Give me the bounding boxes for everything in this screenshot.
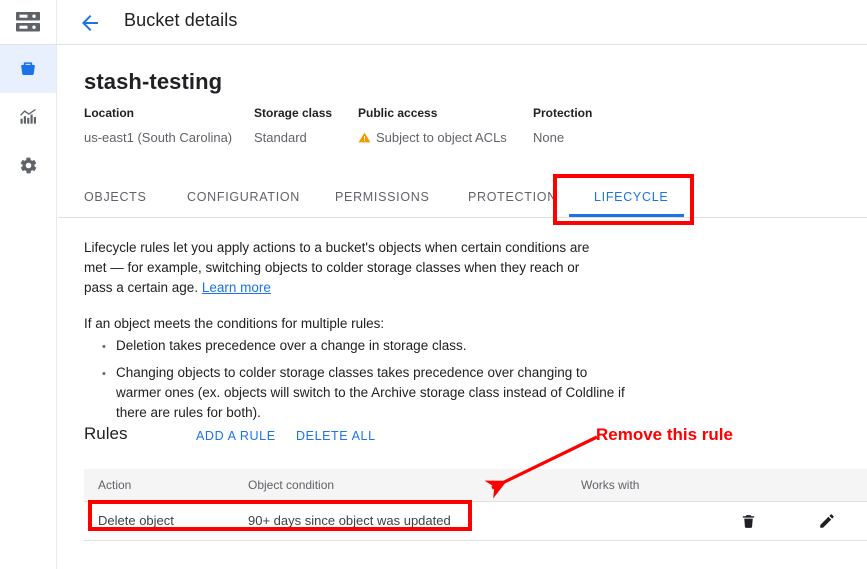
top-app-bar: Bucket details [0, 0, 867, 45]
tab-lifecycle[interactable]: LIFECYCLE [594, 176, 668, 218]
learn-more-link[interactable]: Learn more [202, 280, 271, 295]
cell-object-condition: 90+ days since object was updated [248, 513, 451, 528]
table-row[interactable]: Delete object 90+ days since object was … [84, 502, 867, 541]
lifecycle-intro-text: Lifecycle rules let you apply actions to… [84, 240, 590, 295]
meta-value-protection: None [533, 130, 565, 145]
table-header-row: Action Object condition Works with [84, 469, 867, 502]
sidebar-item-monitoring[interactable] [0, 93, 56, 141]
page-title: Bucket details [124, 10, 238, 30]
add-a-rule-button[interactable]: ADD A RULE [196, 429, 276, 443]
trash-icon[interactable] [737, 510, 759, 532]
trash-icon-glyph [742, 514, 754, 528]
back-arrow-icon[interactable] [78, 11, 102, 35]
back-arrow-glyph [82, 15, 98, 31]
active-tab-underline [569, 214, 684, 217]
list-item: Deletion takes precedence over a change … [102, 336, 636, 357]
meta-label-protection: Protection [533, 106, 593, 120]
tab-bar: OBJECTS CONFIGURATION PERMISSIONS PROTEC… [58, 176, 867, 218]
tab-protection[interactable]: PROTECTION [468, 176, 557, 218]
meta-label-public-access: Public access [358, 106, 438, 120]
meta-value-public-access-text: Subject to object ACLs [376, 130, 507, 145]
sidebar-item-settings[interactable] [0, 141, 56, 189]
precedence-bullet-list: Deletion takes precedence over a change … [98, 336, 636, 430]
monitoring-chart-icon [20, 108, 36, 124]
pencil-icon-glyph [820, 514, 834, 528]
tab-permissions[interactable]: PERMISSIONS [335, 176, 430, 218]
bucket-details-content: stash-testing Location us-east1 (South C… [58, 46, 867, 569]
pencil-icon[interactable] [816, 510, 838, 532]
rules-heading: Rules [84, 424, 128, 443]
warning-triangle-icon [358, 131, 371, 147]
column-header-works-with: Works with [581, 478, 640, 492]
warning-triangle-glyph [358, 132, 371, 143]
annotation-callout-text: Remove this rule [596, 425, 733, 444]
lifecycle-intro-paragraph: Lifecycle rules let you apply actions to… [84, 238, 604, 298]
cell-action: Delete object [98, 513, 174, 528]
meta-label-location: Location [84, 106, 134, 120]
bucket-icon [21, 62, 35, 76]
multi-rule-heading: If an object meets the conditions for mu… [84, 316, 385, 331]
tab-objects[interactable]: OBJECTS [84, 176, 147, 218]
meta-label-storage-class: Storage class [254, 106, 333, 120]
storage-rack-icon-glyph [16, 12, 40, 32]
left-nav-rail [0, 45, 57, 569]
column-header-object-condition: Object condition [248, 478, 335, 492]
list-item: Changing objects to colder storage class… [102, 363, 636, 423]
meta-value-storage-class: Standard [254, 130, 307, 145]
tab-configuration[interactable]: CONFIGURATION [187, 176, 300, 218]
bucket-name: stash-testing [84, 69, 223, 94]
delete-all-button[interactable]: DELETE ALL [296, 429, 376, 443]
sidebar-item-buckets[interactable] [0, 45, 56, 93]
meta-value-location: us-east1 (South Carolina) [84, 130, 233, 145]
column-header-action: Action [98, 478, 132, 492]
storage-rack-icon[interactable] [0, 0, 57, 44]
lifecycle-rules-table: Action Object condition Works with Delet… [84, 469, 867, 541]
meta-value-public-access: Subject to object ACLs [358, 130, 507, 147]
gear-icon [20, 157, 36, 173]
